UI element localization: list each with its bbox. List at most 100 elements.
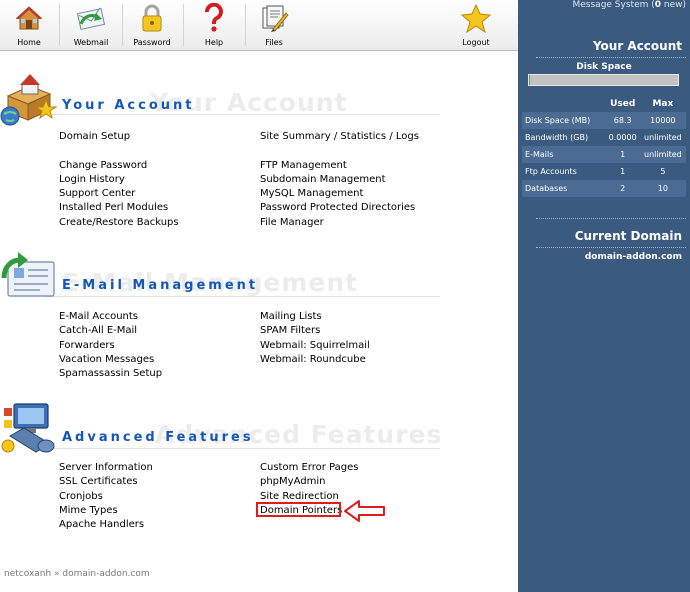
stats-row-ftp-accounts: Ftp Accounts 1 5 [522,163,686,180]
usage-stats-table: Used Max Disk Space (MB) 68.3 10000 Band… [522,96,686,197]
account-links-left: Domain Setup Change Password Login Histo… [59,130,179,230]
vacation-messages-link[interactable]: Vacation Messages [59,353,162,367]
envelope-icon [76,3,106,33]
disk-space-label: Disk Space [576,62,632,72]
account-links-right: Site Summary / Statistics / Logs FTP Man… [260,130,419,230]
webmail-button[interactable]: Webmail [66,0,116,50]
password-protected-directories-link[interactable]: Password Protected Directories [260,201,419,215]
stats-row-databases: Databases 2 10 [522,180,686,197]
sidebar-divider [536,57,686,58]
help-label: Help [204,38,224,47]
forwarders-link[interactable]: Forwarders [59,339,162,353]
webmail-roundcube-link[interactable]: Webmail: Roundcube [260,353,370,367]
password-label: Password [133,38,171,47]
toolbar-divider [122,4,123,46]
stats-header-max: Max [652,99,674,109]
stats-used: 2 [605,180,640,197]
home-button[interactable]: Home [6,0,52,50]
file-manager-icon [259,3,289,33]
files-label: Files [265,38,283,47]
stats-used: 1 [605,146,640,163]
stats-used: 0.0000 [605,129,640,146]
toolbar-divider [245,4,246,46]
message-system-label: Message System ( [572,0,655,10]
section-divider [44,296,440,297]
ftp-management-link[interactable]: FTP Management [260,159,419,173]
logout-button[interactable]: Logout [452,0,500,50]
advanced-features-section: Advanced Features Advanced Features Serv… [0,398,518,548]
house-icon [14,3,44,33]
email-management-section: E-Mail Management E-Mail Management E-Ma… [0,246,518,396]
create-restore-backups-link[interactable]: Create/Restore Backups [59,216,179,230]
webmail-label: Webmail [73,38,109,47]
server-information-link[interactable]: Server Information [59,461,153,475]
stats-max: unlimited [639,146,686,163]
phpmyadmin-link[interactable]: phpMyAdmin [260,475,358,489]
support-center-link[interactable]: Support Center [59,187,179,201]
domain-setup-link[interactable]: Domain Setup [59,130,179,144]
message-system-suffix: new) [661,0,686,10]
disk-space-bar-fill [529,75,530,85]
installed-perl-modules-link[interactable]: Installed Perl Modules [59,201,179,215]
stats-row-bandwidth: Bandwidth (GB) 0.0000 unlimited [522,129,686,146]
email-card-arrow-icon [0,250,58,307]
cronjobs-link[interactable]: Cronjobs [59,490,153,504]
account-sidebar: Message System (0 new) Your Account Disk… [518,0,690,592]
email-links-right: Mailing Lists SPAM Filters Webmail: Squi… [260,310,370,367]
stats-label: Ftp Accounts [522,163,606,180]
section-title: E-Mail Management [62,278,259,293]
catch-all-email-link[interactable]: Catch-All E-Mail [59,324,162,338]
password-button[interactable]: Password [128,0,176,50]
section-divider [44,448,440,449]
star-icon [461,3,491,33]
email-accounts-link[interactable]: E-Mail Accounts [59,310,162,324]
padlock-icon [137,3,167,33]
home-label: Home [17,38,41,47]
domain-pointers-highlight-box [256,502,341,517]
login-history-link[interactable]: Login History [59,173,179,187]
current-domain-value: domain-addon.com [584,252,682,262]
stats-used: 1 [605,163,640,180]
mysql-management-link[interactable]: MySQL Management [260,187,419,201]
spamassassin-setup-link[interactable]: Spamassassin Setup [59,367,162,381]
stats-max: 10 [639,180,686,197]
stats-label: Bandwidth (GB) [522,129,606,146]
house-box-globe-icon [0,70,58,131]
stats-max: 5 [639,163,686,180]
tools-monitor-icon [0,398,60,459]
section-title: Advanced Features [62,430,254,445]
logout-label: Logout [462,38,490,47]
file-manager-link[interactable]: File Manager [260,216,419,230]
webmail-squirrelmail-link[interactable]: Webmail: Squirrelmail [260,339,370,353]
stats-header [522,96,606,112]
custom-error-pages-link[interactable]: Custom Error Pages [260,461,358,475]
subdomain-management-link[interactable]: Subdomain Management [260,173,419,187]
change-password-link[interactable]: Change Password [59,159,179,173]
site-summary-link[interactable]: Site Summary / Statistics / Logs [260,130,419,144]
breadcrumb: netcoxanh » domain-addon.com [4,569,150,579]
ssl-certificates-link[interactable]: SSL Certificates [59,475,153,489]
mime-types-link[interactable]: Mime Types [59,504,153,518]
files-button[interactable]: Files [252,0,296,50]
stats-row-emails: E-Mails 1 unlimited [522,146,686,163]
mailing-lists-link[interactable]: Mailing Lists [260,310,370,324]
stats-max: 10000 [639,112,686,129]
current-domain-heading: Current Domain [574,229,682,243]
your-account-heading: Your Account [592,39,682,53]
stats-label: Databases [522,180,606,197]
stats-used: 68.3 [605,112,640,129]
apache-handlers-link[interactable]: Apache Handlers [59,518,153,532]
sidebar-divider [536,218,686,219]
toolbar-divider [183,4,184,46]
stats-label: Disk Space (MB) [522,112,606,129]
stats-header-row: Used Max [522,96,686,112]
section-title: Your Account [62,98,195,113]
stats-row-disk-space: Disk Space (MB) 68.3 10000 [522,112,686,129]
message-system-link[interactable]: Message System (0 new) [573,0,687,10]
spam-filters-link[interactable]: SPAM Filters [260,324,370,338]
your-account-section: Your Account Your Account Domain Setup C… [0,66,518,246]
advanced-links-left: Server Information SSL Certificates Cron… [59,461,153,532]
stats-label: E-Mails [522,146,606,163]
help-button[interactable]: Help [192,0,236,50]
stats-max: unlimited [639,129,686,146]
